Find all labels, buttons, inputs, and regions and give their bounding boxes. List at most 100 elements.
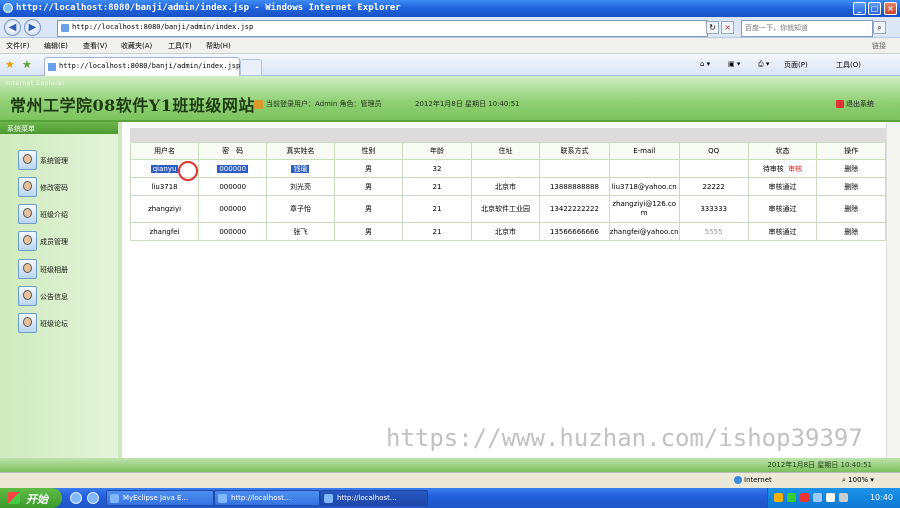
delete-link[interactable]: 删除: [816, 177, 886, 196]
delete-link[interactable]: 删除: [816, 222, 886, 241]
start-button[interactable]: 开始: [0, 488, 62, 508]
links-button[interactable]: 链接: [872, 41, 886, 51]
cell-email: [608, 159, 680, 178]
sidebar-item-album[interactable]: 班级相册: [18, 259, 113, 279]
status-bar: Internet ⌕ 100% ▾: [0, 472, 900, 488]
cell-password: 000000: [198, 177, 268, 196]
sidebar-item-notices[interactable]: 公告信息: [18, 286, 113, 306]
site-title: 常州工学院08软件Y1班班级网站: [10, 96, 255, 115]
quicklaunch-desktop-icon[interactable]: [70, 492, 82, 504]
table-top-band: [130, 128, 886, 142]
ie-icon: [218, 494, 227, 503]
close-button[interactable]: ×: [884, 2, 897, 15]
windows-logo-icon: [8, 492, 20, 504]
col-status: 状态: [747, 142, 818, 160]
window-title-bar[interactable]: http://localhost:8080/banji/admin/index.…: [0, 0, 900, 17]
tray-icon[interactable]: [813, 493, 822, 502]
print-icon[interactable]: ⎙ ▾: [758, 60, 769, 69]
tray-icon[interactable]: [826, 493, 835, 502]
tray-icon[interactable]: [800, 493, 809, 502]
tools-menu-button[interactable]: 工具(O): [836, 60, 861, 70]
add-favorites-icon[interactable]: ★: [22, 58, 32, 71]
cell-phone: 13566666666: [539, 222, 610, 241]
cell-status: 审核通过: [747, 222, 818, 241]
zoom-level[interactable]: ⌕ 100% ▾: [842, 476, 874, 485]
page-icon: [48, 63, 56, 71]
sidebar-item-members[interactable]: 成员管理: [18, 231, 113, 251]
table-header-row: 用户名 密 码 真实姓名 性别 年龄 住址 联系方式 E-mail QQ 状态 …: [129, 142, 886, 160]
header-datetime: 2012年1月8日 星期日 10:40:51: [415, 100, 520, 108]
cell-gender: 男: [333, 177, 404, 196]
table-row: qianyu 000000 钱瑜 男 32 待审核 审核 删除: [129, 159, 886, 178]
new-tab-button[interactable]: [240, 59, 262, 76]
menu-favorites[interactable]: 收藏夹(A): [121, 41, 152, 51]
taskbar-item-myeclipse[interactable]: MyEclipse Java E...: [106, 490, 214, 506]
watermark: https://www.huzhan.com/ishop39397: [386, 424, 863, 452]
cell-username: qianyu: [150, 164, 179, 173]
cell-phone: 13888888888: [539, 177, 610, 196]
approve-link[interactable]: 审核: [788, 165, 802, 173]
col-email: E-mail: [608, 142, 680, 160]
logout-icon: [836, 100, 844, 108]
sidebar-item-class-intro[interactable]: 班级介绍: [18, 204, 113, 224]
sidebar-item-password[interactable]: 修改密码: [18, 177, 113, 197]
page-footer: 2012年1月8日 星期日 10:40:51: [0, 458, 900, 472]
feeds-icon[interactable]: ▣ ▾: [728, 60, 740, 68]
vertical-scrollbar[interactable]: [886, 122, 900, 460]
sidebar: 系统菜单 系统管理 修改密码 班级介绍 成员管理 班级相册 公告信息 班级论坛: [0, 122, 119, 460]
security-zone: Internet: [734, 476, 772, 484]
col-age: 年龄: [402, 142, 472, 160]
delete-link[interactable]: 删除: [816, 159, 886, 178]
delete-link[interactable]: 删除: [816, 195, 886, 223]
page-menu-button[interactable]: 页面(P): [784, 60, 808, 70]
minimize-button[interactable]: _: [853, 2, 866, 15]
cell-email: liu3718@yahoo.cn: [608, 177, 680, 196]
menu-help[interactable]: 帮助(H): [206, 41, 231, 51]
col-username: 用户名: [129, 142, 200, 160]
back-arrow-icon[interactable]: ◀: [4, 19, 21, 36]
cell-qq: [678, 159, 749, 178]
volume-icon[interactable]: [839, 493, 848, 502]
sidebar-item-forum[interactable]: 班级论坛: [18, 313, 113, 333]
tray-icon[interactable]: [774, 493, 783, 502]
forward-arrow-icon[interactable]: ▶: [24, 19, 41, 36]
col-action: 操作: [816, 142, 886, 160]
menu-file[interactable]: 文件(F): [6, 41, 30, 51]
stop-icon[interactable]: ×: [721, 21, 734, 34]
system-tray: 10:40: [767, 488, 900, 508]
sidebar-item-system[interactable]: 系统管理: [18, 150, 113, 170]
search-icon[interactable]: ⌕: [873, 21, 886, 34]
search-input[interactable]: [742, 21, 870, 34]
taskbar-item-ie-1[interactable]: http://localhost...: [214, 490, 320, 506]
search-field[interactable]: [741, 20, 873, 37]
members-table: 用户名 密 码 真实姓名 性别 年龄 住址 联系方式 E-mail QQ 状态 …: [129, 142, 886, 241]
cell-qq: 333333: [678, 195, 749, 223]
taskbar-clock: 10:40: [869, 493, 893, 502]
cell-address: 北京市: [470, 222, 541, 241]
taskbar-item-ie-2[interactable]: http://localhost...: [320, 490, 428, 506]
refresh-icon[interactable]: ↻: [706, 21, 719, 34]
quicklaunch-ie-icon[interactable]: [87, 492, 99, 504]
home-icon[interactable]: ⌂ ▾: [700, 60, 710, 68]
col-address: 住址: [470, 142, 541, 160]
cell-email: zhangfei@yahoo.cn: [608, 222, 680, 241]
cell-status: 审核通过: [747, 177, 818, 196]
tray-icon[interactable]: [787, 493, 796, 502]
menu-view[interactable]: 查看(V): [83, 41, 107, 51]
user-avatar-icon: [18, 150, 37, 170]
menu-tools[interactable]: 工具(T): [168, 41, 192, 51]
menu-edit[interactable]: 编辑(E): [44, 41, 68, 51]
header-small-text: Internet Explorer: [6, 80, 66, 87]
tab-current[interactable]: http://localhost:8080/banji/admin/index.…: [44, 57, 240, 77]
favorites-star-icon[interactable]: ★: [5, 58, 15, 71]
cell-phone: 13422222222: [539, 195, 610, 223]
logout-button[interactable]: 退出系统: [836, 99, 874, 109]
maximize-button[interactable]: □: [868, 2, 881, 15]
col-qq: QQ: [678, 142, 749, 160]
table-row: zhangziyi 000000 章子怡 男 21 北京软件工业园 134222…: [129, 195, 886, 223]
cell-status: 待审核 审核: [747, 159, 818, 178]
address-input[interactable]: http://localhost:8080/banji/admin/index.…: [57, 20, 708, 37]
ie-icon: [324, 494, 333, 503]
cell-qq: 22222: [678, 177, 749, 196]
user-info: 当前登录用户：Admin 角色：管理员: [254, 99, 382, 109]
